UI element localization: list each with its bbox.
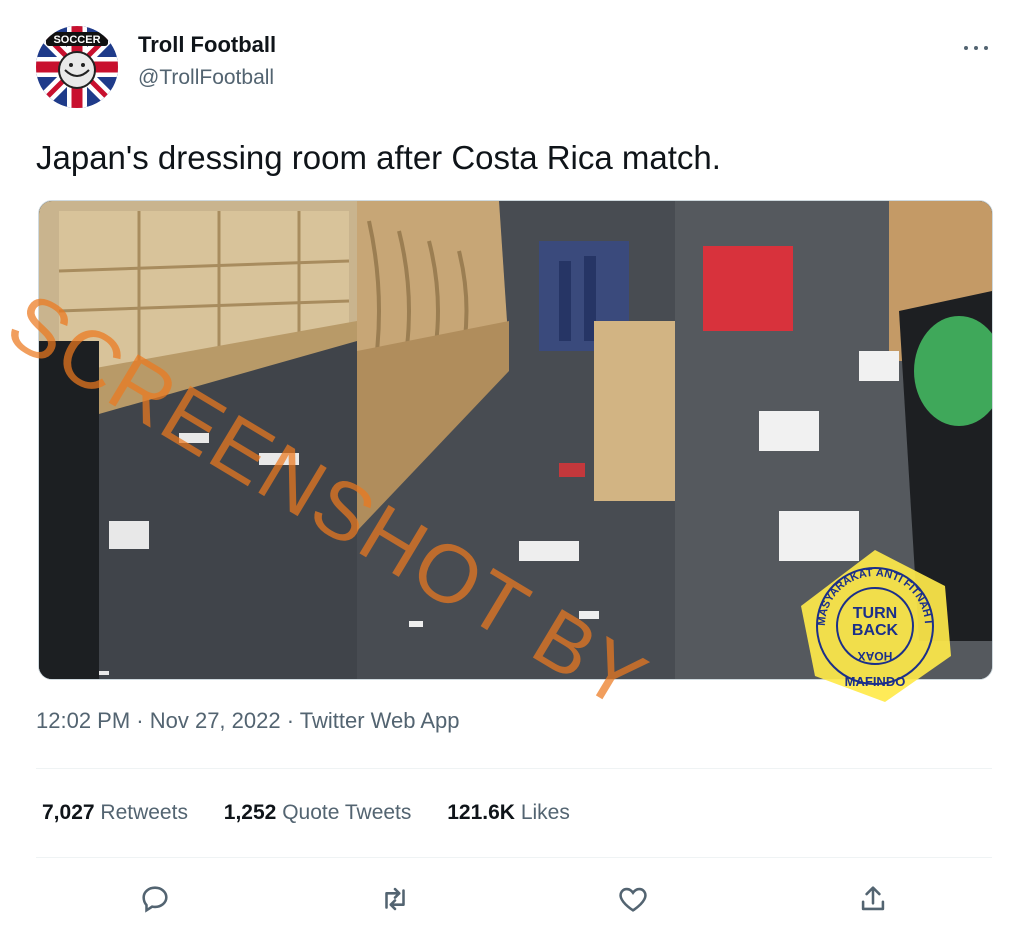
stamp-line2: BACK [852,622,899,639]
stamp-line3: HOAX [858,649,893,663]
quotes-count: 1,252 [223,801,277,824]
retweets-stat[interactable]: 7,027 Retweets [42,801,188,825]
tweet-stats: 7,027 Retweets 1,252 Quote Tweets 121.6K… [42,801,600,825]
avatar-text: SOCCER [53,34,100,46]
like-icon[interactable] [616,882,650,916]
stamp-line1: TURN [853,605,897,622]
author-name[interactable]: Troll Football [138,32,276,58]
reply-icon[interactable] [138,882,172,916]
avatar[interactable]: SOCCER [36,26,118,108]
tweet-text: Japan's dressing room after Costa Rica m… [36,139,721,176]
divider [36,857,992,858]
retweet-icon[interactable] [378,882,412,916]
author-handle[interactable]: @TrollFootball [138,66,274,90]
quote-tweets-stat[interactable]: 1,252 Quote Tweets [224,801,412,825]
tweet-timestamp[interactable]: 12:02 PM · Nov 27, 2022 · Twitter Web Ap… [36,708,460,734]
likes-count: 121.6K [447,801,515,824]
stamp-bottom: MAFINDO [845,674,906,689]
turnbackhoax-stamp: MASYARAKAT ANTI FITNAH INDONESIA TURN BA… [791,537,955,706]
share-icon[interactable] [856,882,890,916]
retweets-label: Retweets [100,801,188,824]
retweets-count: 7,027 [42,801,95,824]
tweet-card: SOCCER Troll Football @TrollFootball Jap… [0,0,1024,933]
likes-stat[interactable]: 121.6K Likes [447,801,570,825]
more-icon[interactable] [958,38,994,58]
quotes-label: Quote Tweets [282,801,412,824]
divider [36,768,992,769]
likes-label: Likes [520,801,570,824]
